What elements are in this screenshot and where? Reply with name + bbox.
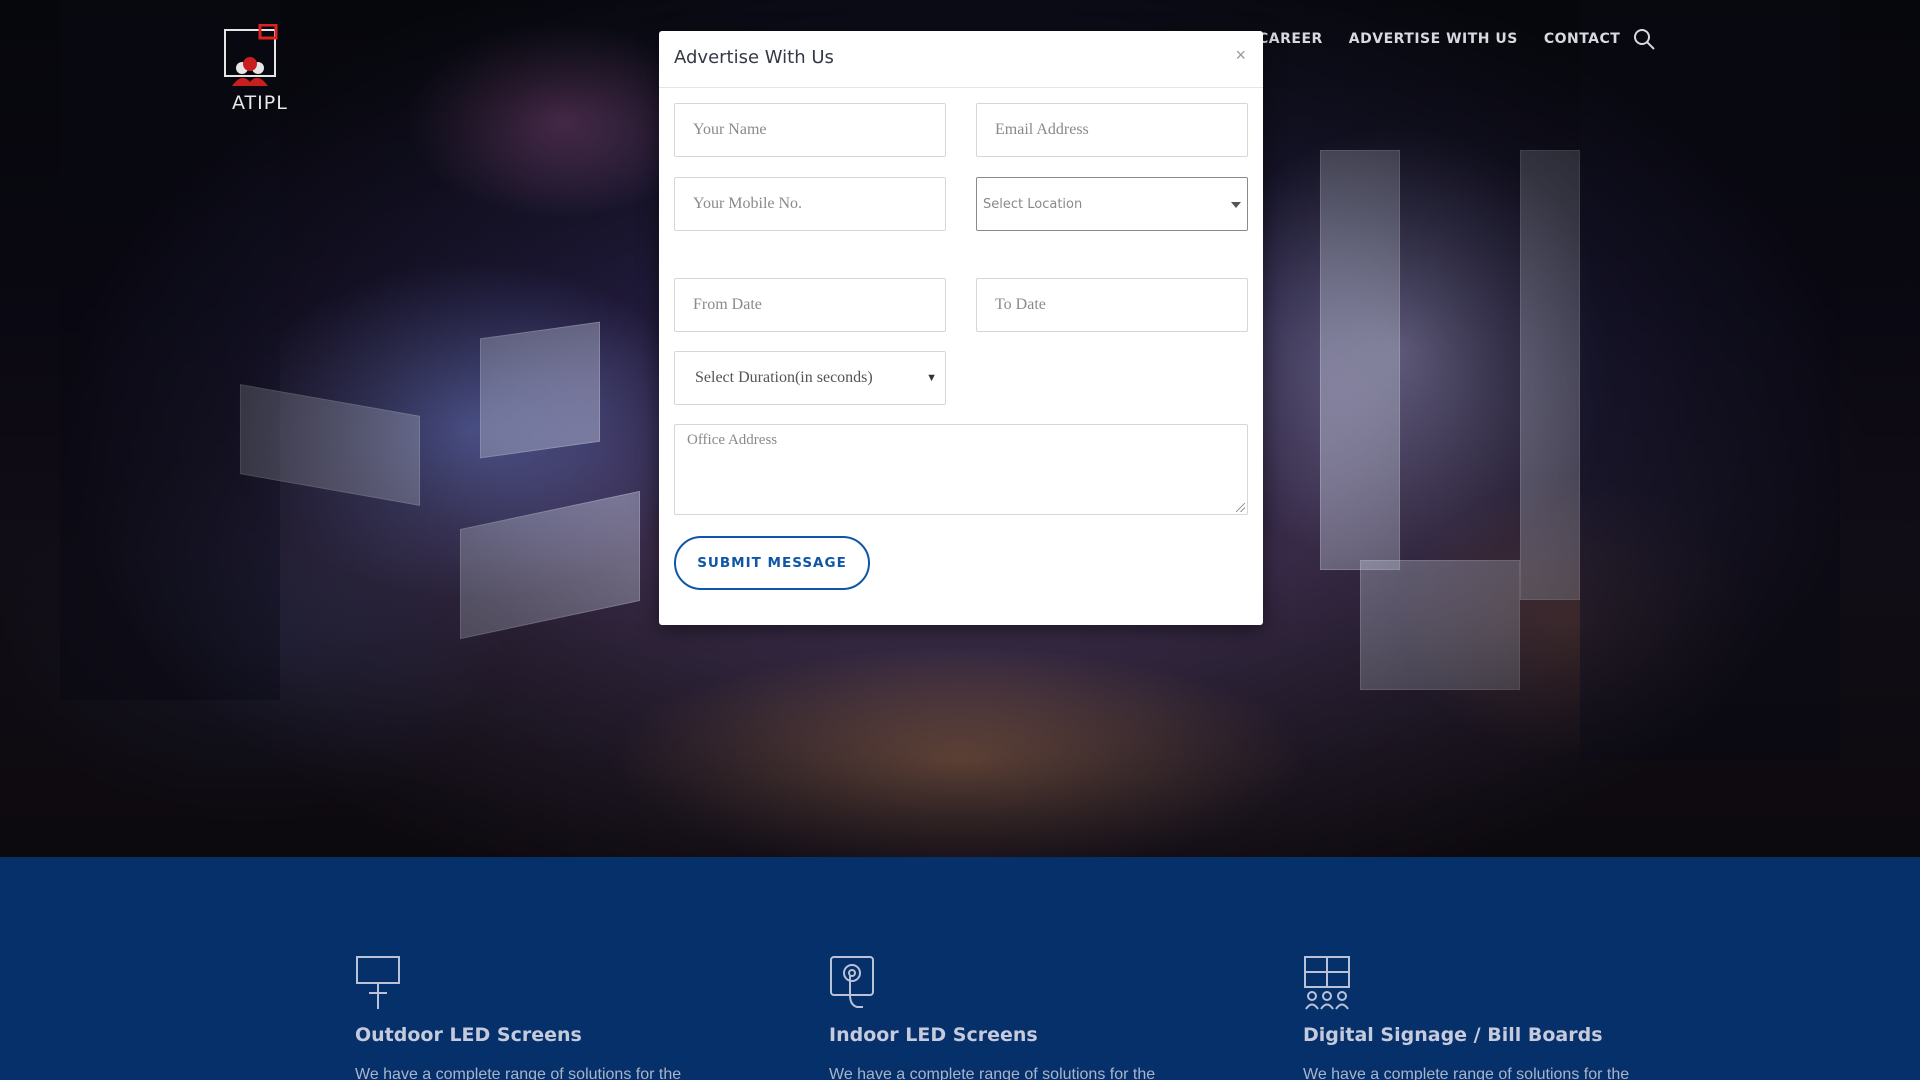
duration-select-value: Select Duration(in seconds): [695, 369, 873, 386]
nav-item-contact[interactable]: CONTACT: [1544, 31, 1621, 47]
brand-logo-text: ATIPL: [232, 92, 288, 114]
main-nav: CAREER ADVERTISE WITH US CONTACT: [1258, 31, 1620, 47]
submit-button[interactable]: SUBMIT MESSAGE: [674, 536, 870, 590]
duration-select[interactable]: Select Duration(in seconds) ▼: [674, 351, 946, 405]
email-input[interactable]: [976, 103, 1248, 157]
touch-screen-icon: [830, 956, 874, 1008]
close-icon[interactable]: ×: [1235, 45, 1246, 66]
service-outdoor-led: Outdoor LED Screens We have a complete r…: [355, 955, 755, 1080]
signage-audience-icon: [1304, 956, 1350, 1010]
caret-down-icon: [1231, 202, 1241, 208]
location-select[interactable]: Select Location: [976, 177, 1248, 231]
service-text: We have a complete range of solutions fo…: [355, 1066, 682, 1080]
service-text: We have a complete range of solutions fo…: [1303, 1066, 1630, 1080]
office-address-textarea[interactable]: Office Address: [674, 424, 1248, 515]
billboard-icon: [356, 956, 400, 1009]
location-select-value: Select Location: [983, 196, 1083, 212]
to-date-input[interactable]: [976, 278, 1248, 332]
nav-item-career[interactable]: CAREER: [1258, 31, 1323, 47]
advertise-modal: Advertise With Us × Select Location Sele…: [659, 31, 1263, 625]
chevron-down-icon: ▼: [926, 372, 937, 384]
modal-header: Advertise With Us ×: [659, 31, 1263, 88]
service-title: Outdoor LED Screens: [355, 1024, 582, 1046]
service-title: Digital Signage / Bill Boards: [1303, 1024, 1603, 1046]
service-digital-signage: Digital Signage / Bill Boards We have a …: [1303, 955, 1703, 1080]
office-address-placeholder: Office Address: [687, 432, 778, 448]
service-title: Indoor LED Screens: [829, 1024, 1038, 1046]
resize-handle-icon[interactable]: [1236, 503, 1245, 512]
search-icon[interactable]: [1632, 27, 1656, 51]
service-indoor-led: Indoor LED Screens We have a complete ra…: [829, 955, 1229, 1080]
nav-item-advertise-with-us[interactable]: ADVERTISE WITH US: [1349, 31, 1518, 47]
modal-title: Advertise With Us: [674, 47, 834, 68]
mobile-input[interactable]: [674, 177, 946, 231]
name-input[interactable]: [674, 103, 946, 157]
service-text: We have a complete range of solutions fo…: [829, 1066, 1156, 1080]
from-date-input[interactable]: [674, 278, 946, 332]
